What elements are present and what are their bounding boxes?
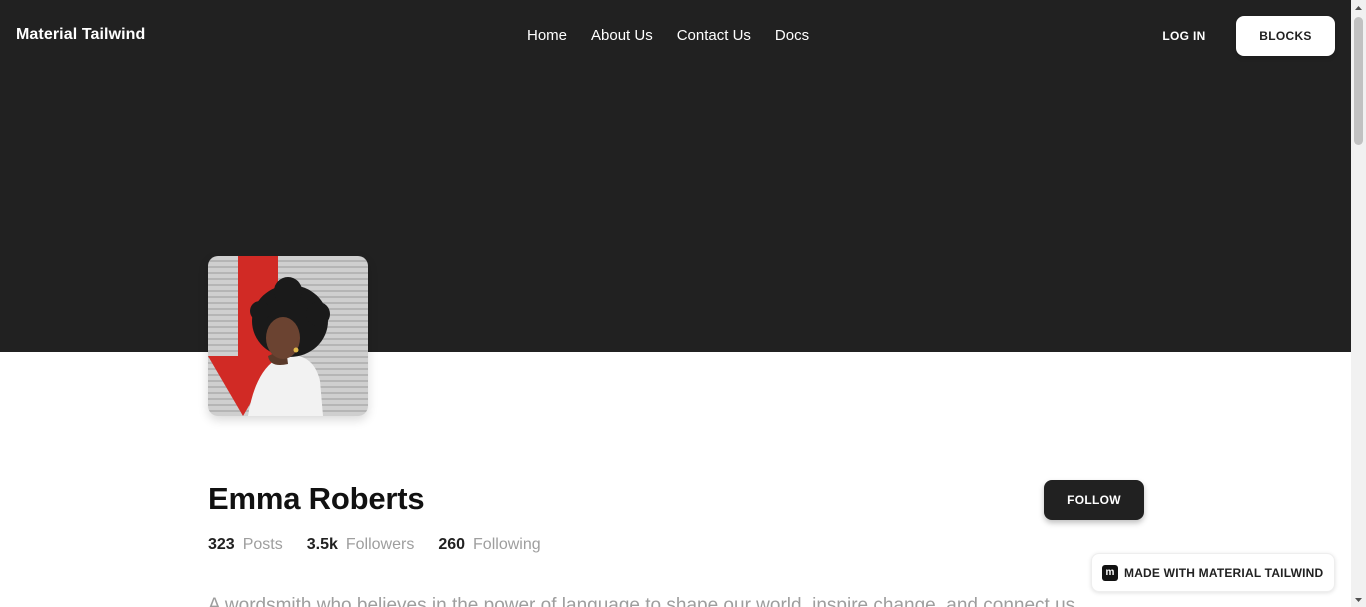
follow-button[interactable]: FOLLOW bbox=[1044, 480, 1144, 520]
login-button[interactable]: LOG IN bbox=[1148, 16, 1220, 56]
made-with-badge[interactable]: m MADE WITH MATERIAL TAILWIND bbox=[1091, 553, 1335, 592]
nav-link-contact-us[interactable]: Contact Us bbox=[677, 28, 751, 44]
scrollbar-thumb[interactable] bbox=[1354, 17, 1363, 145]
stat-value: 323 bbox=[208, 536, 235, 553]
nav-link-about-us[interactable]: About Us bbox=[591, 28, 653, 44]
vertical-scrollbar[interactable] bbox=[1351, 0, 1366, 607]
stat-label: Followers bbox=[345, 536, 415, 553]
profile-stats: 323 Posts 3.5k Followers 260 Following bbox=[208, 536, 541, 554]
nav-links: Home About Us Contact Us Docs bbox=[527, 28, 809, 44]
scroll-up-arrow-icon[interactable] bbox=[1351, 0, 1366, 15]
nav-link-home[interactable]: Home bbox=[527, 28, 567, 44]
stat-value: 260 bbox=[438, 536, 466, 553]
blocks-button[interactable]: BLOCKS bbox=[1236, 16, 1335, 56]
stat-label: Following bbox=[473, 536, 541, 553]
navbar: Material Tailwind Home About Us Contact … bbox=[0, 0, 1351, 72]
stat-followers: 3.5k Followers bbox=[307, 536, 415, 554]
profile-name: Emma Roberts bbox=[208, 481, 425, 516]
badge-label: MADE WITH MATERIAL TAILWIND bbox=[1124, 565, 1324, 580]
brand-logo[interactable]: Material Tailwind bbox=[16, 26, 145, 44]
avatar bbox=[208, 256, 368, 416]
stat-posts: 323 Posts bbox=[208, 536, 283, 554]
profile-bio: A wordsmith who believes in the power of… bbox=[208, 595, 1076, 607]
stat-value: 3.5k bbox=[306, 536, 338, 553]
nav-link-docs[interactable]: Docs bbox=[775, 28, 809, 44]
profile-photo-icon bbox=[208, 256, 368, 416]
stat-label: Posts bbox=[242, 536, 283, 553]
scroll-down-arrow-icon[interactable] bbox=[1351, 592, 1366, 607]
material-tailwind-logo-icon: m bbox=[1102, 564, 1118, 581]
stat-following: 260 Following bbox=[438, 536, 540, 554]
